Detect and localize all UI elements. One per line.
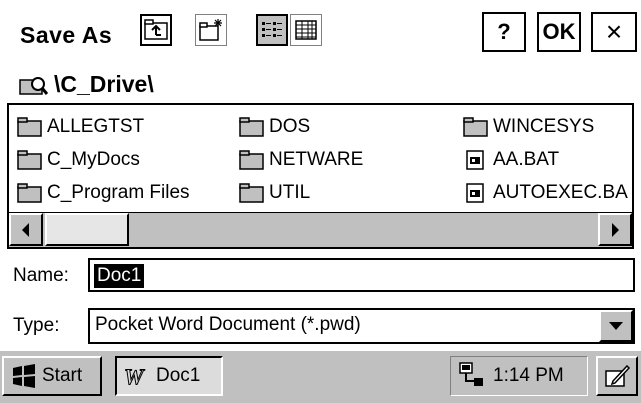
network-connection-icon[interactable]: [457, 361, 485, 391]
file-name: WINCESYS: [493, 116, 595, 137]
type-value: Pocket Word Document (*.pwd): [95, 314, 361, 335]
folder-icon: [239, 117, 264, 137]
new-folder-button[interactable]: [195, 14, 227, 46]
save-as-dialog: Save As ? OK × \C_Drive\ ALLEGTST C_MyDo…: [0, 0, 641, 403]
scroll-thumb[interactable]: [45, 213, 129, 246]
path-row: \C_Drive\: [0, 66, 641, 104]
taskbar: Start W Doc1 1:14 PM: [0, 350, 641, 403]
list-item[interactable]: DOS: [239, 114, 310, 140]
file-name: C_MyDocs: [47, 149, 140, 170]
dialog-title: Save As: [20, 22, 113, 48]
input-panel-button[interactable]: [596, 356, 638, 396]
type-select[interactable]: Pocket Word Document (*.pwd): [88, 308, 635, 344]
file-name: AUTOEXEC.BA: [493, 182, 628, 203]
details-view-icon: [295, 20, 317, 40]
pen-icon: [605, 364, 631, 387]
type-dropdown-button[interactable]: [599, 310, 633, 342]
list-item[interactable]: ALLEGTST: [17, 114, 144, 140]
list-item[interactable]: AA.BAT: [463, 147, 559, 173]
list-item[interactable]: NETWARE: [239, 147, 363, 173]
up-folder-button[interactable]: [140, 14, 172, 46]
arrow-right-icon: [612, 222, 619, 237]
task-label: Doc1: [156, 365, 201, 386]
start-button[interactable]: Start: [2, 356, 102, 396]
close-button[interactable]: ×: [591, 12, 637, 52]
list-view-icon: [262, 22, 282, 37]
svg-text:W: W: [124, 364, 145, 388]
name-label: Name:: [13, 265, 69, 286]
file-name: NETWARE: [269, 149, 364, 170]
file-name: AA.BAT: [493, 149, 560, 170]
clock[interactable]: 1:14 PM: [493, 365, 564, 387]
folder-icon: [239, 183, 264, 203]
folder-icon: [239, 150, 264, 170]
taskbar-item-doc1[interactable]: W Doc1: [115, 356, 223, 396]
folder-icon: [463, 117, 488, 137]
list-view-button[interactable]: [256, 14, 288, 46]
help-button[interactable]: ?: [482, 12, 526, 52]
file-name: C_Program Files: [47, 182, 190, 203]
windows-flag-icon: [13, 364, 35, 388]
ok-button[interactable]: OK: [537, 12, 581, 52]
new-folder-icon: [199, 19, 222, 41]
arrow-left-icon: [22, 222, 29, 237]
start-label: Start: [42, 365, 83, 386]
chevron-down-icon: [609, 322, 623, 330]
horizontal-scrollbar[interactable]: [9, 212, 632, 247]
pocket-word-icon: W: [124, 364, 146, 388]
list-item[interactable]: AUTOEXEC.BA: [463, 180, 628, 206]
name-field[interactable]: Doc1: [88, 258, 635, 292]
batch-file-icon: [466, 150, 484, 170]
drive-icon: [19, 77, 48, 95]
title-bar: Save As ? OK ×: [0, 0, 641, 68]
file-name: UTIL: [269, 182, 311, 203]
file-list[interactable]: ALLEGTST C_MyDocs C_Program Files DOS NE…: [7, 103, 634, 249]
scroll-right-button[interactable]: [598, 213, 632, 246]
type-label: Type:: [13, 315, 60, 336]
folder-up-icon: [144, 19, 168, 40]
name-value: Doc1: [94, 264, 145, 288]
folder-icon: [17, 117, 42, 137]
system-tray: 1:14 PM: [450, 356, 588, 396]
details-view-button[interactable]: [290, 14, 322, 46]
folder-icon: [17, 150, 42, 170]
batch-file-icon: [466, 183, 484, 203]
list-item[interactable]: UTIL: [239, 180, 310, 206]
file-name: ALLEGTST: [47, 116, 145, 137]
folder-icon: [17, 183, 42, 203]
list-item[interactable]: C_MyDocs: [17, 147, 140, 173]
current-path: \C_Drive\: [54, 71, 154, 97]
list-item[interactable]: C_Program Files: [17, 180, 190, 206]
scroll-left-button[interactable]: [9, 213, 43, 246]
file-name: DOS: [269, 116, 311, 137]
list-item[interactable]: WINCESYS: [463, 114, 594, 140]
